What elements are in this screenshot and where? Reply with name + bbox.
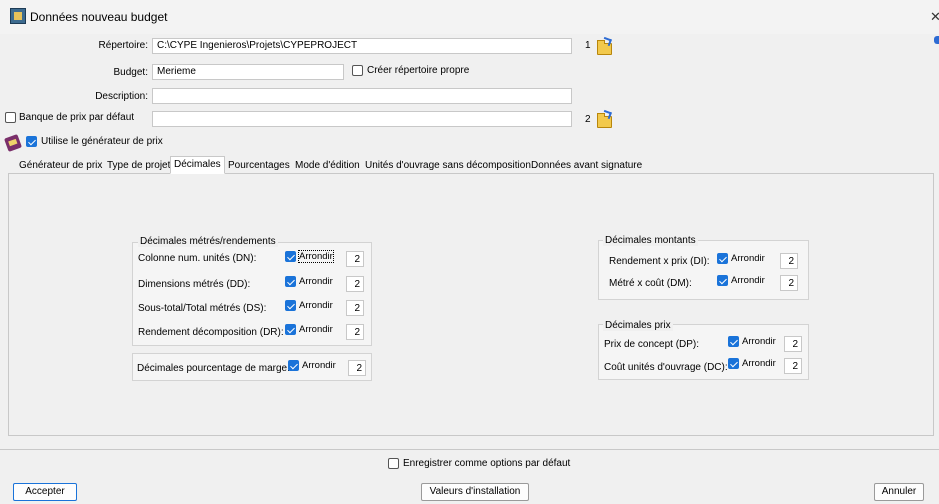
arrondir-label: Arrondir (731, 253, 765, 264)
banque-number: 2 (585, 114, 591, 125)
row-label: Dimensions métrés (DD): (138, 279, 251, 290)
tab-generateur[interactable]: Générateur de prix (16, 158, 105, 174)
folder-open-icon[interactable] (597, 113, 612, 128)
generateur-label: Utilise le générateur de prix (41, 136, 163, 147)
creer-repertoire-checkbox[interactable] (352, 65, 363, 76)
save-default-checkbox[interactable] (388, 458, 399, 469)
decimals-input[interactable]: 2 (784, 358, 802, 374)
row-label: Rendement x prix (DI): (609, 256, 710, 267)
edge-indicator-icon (934, 36, 939, 44)
arrondir-checkbox[interactable] (288, 360, 299, 371)
creer-repertoire-label: Créer répertoire propre (367, 65, 470, 76)
decimals-input[interactable]: 2 (348, 360, 366, 376)
install-values-button[interactable]: Valeurs d'installation (421, 483, 529, 501)
arrondir-checkbox[interactable] (728, 336, 739, 347)
arrondir-checkbox[interactable] (285, 276, 296, 287)
decimals-input[interactable]: 2 (346, 324, 364, 340)
arrondir-checkbox[interactable] (717, 253, 728, 264)
arrondir-label: Arrondir (299, 276, 333, 287)
close-icon[interactable]: ✕ (930, 9, 939, 25)
decimals-input[interactable]: 2 (346, 251, 364, 267)
decimals-input[interactable]: 2 (346, 300, 364, 316)
book-icon (4, 134, 22, 152)
tab-type-projet[interactable]: Type de projet (104, 158, 173, 174)
repertoire-number: 1 (585, 40, 591, 51)
arrondir-label: Arrondir (742, 336, 776, 347)
arrondir-label: Arrondir (731, 275, 765, 286)
group-montants (598, 240, 809, 300)
tab-mode-edition[interactable]: Mode d'édition (292, 158, 363, 174)
arrondir-checkbox[interactable] (285, 324, 296, 335)
cancel-button[interactable]: Annuler (874, 483, 924, 501)
row-label: Coût unités d'ouvrage (DC): (604, 362, 728, 373)
row-label: Prix de concept (DP): (604, 339, 700, 350)
tab-unites-ouvrage[interactable]: Unités d'ouvrage sans décomposition (362, 158, 534, 174)
banque-input[interactable] (152, 111, 572, 127)
arrondir-label: Arrondir (742, 358, 776, 369)
generateur-checkbox[interactable] (26, 136, 37, 147)
arrondir-label: Arrondir (299, 300, 333, 311)
footer-divider (0, 449, 939, 450)
description-input[interactable] (152, 88, 572, 104)
decimals-input[interactable]: 2 (784, 336, 802, 352)
app-icon (10, 8, 26, 24)
arrondir-checkbox[interactable] (285, 300, 296, 311)
arrondir-checkbox[interactable] (717, 275, 728, 286)
folder-open-icon[interactable] (597, 40, 612, 55)
save-default-label: Enregistrer comme options par défaut (403, 458, 571, 469)
window-title: Données nouveau budget (30, 10, 168, 24)
group-montants-title: Décimales montants (603, 235, 698, 246)
row-label: Colonne num. unités (DN): (138, 253, 257, 264)
decimals-input[interactable]: 2 (346, 276, 364, 292)
tab-pourcentages[interactable]: Pourcentages (225, 158, 293, 174)
decimals-input[interactable]: 2 (780, 275, 798, 291)
arrondir-checkbox[interactable] (285, 251, 296, 262)
repertoire-label: Répertoire: (98, 40, 148, 51)
group-metres-title: Décimales métrés/rendements (138, 236, 278, 247)
arrondir-checkbox[interactable] (728, 358, 739, 369)
repertoire-input[interactable]: C:\CYPE Ingenieros\Projets\CYPEPROJECT (152, 38, 572, 54)
budget-label: Budget: (113, 67, 148, 78)
row-label: Métré x coût (DM): (609, 278, 692, 289)
row-label: Décimales pourcentage de marge: (137, 363, 290, 374)
decimals-input[interactable]: 2 (780, 253, 798, 269)
description-label: Description: (95, 91, 148, 102)
banque-label: Banque de prix par défaut (19, 112, 135, 123)
accept-button[interactable]: Accepter (13, 483, 77, 501)
arrondir-label: Arrondir (298, 250, 334, 263)
banque-checkbox[interactable] (5, 112, 16, 123)
group-prix-title: Décimales prix (603, 320, 673, 331)
arrondir-label: Arrondir (302, 360, 336, 371)
arrondir-label: Arrondir (299, 324, 333, 335)
tab-donnees-signature[interactable]: Données avant signature (528, 158, 645, 174)
budget-input[interactable]: Merieme (152, 64, 344, 80)
row-label: Sous-total/Total métrés (DS): (138, 303, 267, 314)
tab-decimales[interactable]: Décimales (170, 156, 225, 174)
row-label: Rendement décomposition (DR): (138, 327, 284, 338)
